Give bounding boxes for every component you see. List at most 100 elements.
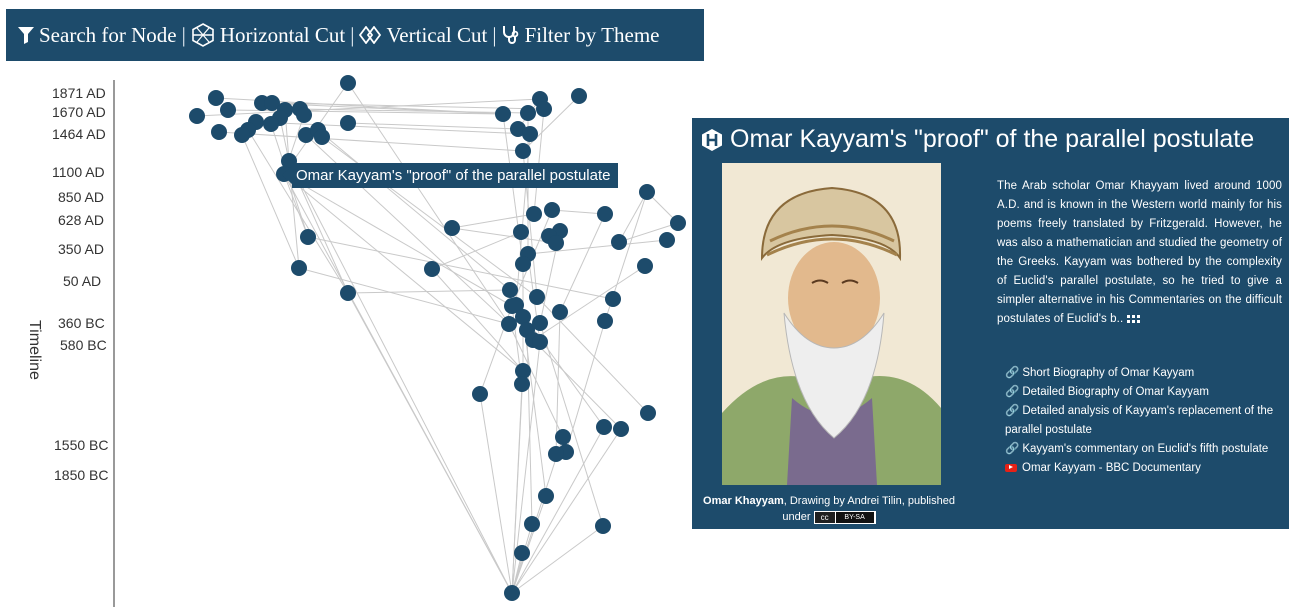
- timeline-tick-label: 50 AD: [63, 273, 101, 289]
- graph-edge: [511, 383, 523, 594]
- graph-node[interactable]: [208, 90, 224, 106]
- timeline-tick-label: 1100 AD: [52, 164, 105, 180]
- graph-node[interactable]: [595, 518, 611, 534]
- timeline-axis-title: Timeline: [26, 320, 43, 380]
- graph-nodes[interactable]: [189, 75, 686, 601]
- portrait-image: [722, 163, 941, 485]
- vertical-cut-label: Vertical Cut: [386, 22, 488, 47]
- graph-node[interactable]: [340, 285, 356, 301]
- cc-license-badge[interactable]: cc BY-SA: [813, 510, 876, 524]
- timeline-tick-label: 360 BC: [58, 315, 105, 331]
- graph-node[interactable]: [502, 282, 518, 298]
- timeline-tick-label: 628 AD: [58, 212, 104, 228]
- timeline-tick-label: 1670 AD: [52, 104, 106, 120]
- graph-node[interactable]: [504, 585, 520, 601]
- cc-by-sa-label: BY-SA: [835, 511, 874, 523]
- cc-label: cc: [814, 511, 835, 523]
- graph-node[interactable]: [611, 234, 627, 250]
- graph-node[interactable]: [544, 202, 560, 218]
- graph-edge: [533, 108, 545, 215]
- graph-node[interactable]: [513, 224, 529, 240]
- timeline-tick-label: 1871 AD: [52, 85, 106, 101]
- graph-node[interactable]: [211, 124, 227, 140]
- graph-node[interactable]: [515, 143, 531, 159]
- link-item[interactable]: 🔗 Detailed analysis of Kayyam's replaceme…: [1005, 402, 1285, 440]
- horizontal-cut-label: Horizontal Cut: [219, 22, 346, 47]
- filter-theme-button[interactable]: Filter by Theme: [502, 23, 659, 48]
- graph-node[interactable]: [552, 304, 568, 320]
- link-item[interactable]: 🔗 Short Biography of Omar Kayyam: [1005, 364, 1285, 383]
- graph-node[interactable]: [314, 129, 330, 145]
- link-icon: 🔗: [1005, 443, 1020, 455]
- graph-node[interactable]: [536, 101, 552, 117]
- graph-node[interactable]: [605, 291, 621, 307]
- graph-node[interactable]: [613, 421, 629, 437]
- horizontal-cut-button[interactable]: Horizontal Cut: [191, 23, 345, 48]
- youtube-icon: [1005, 463, 1017, 472]
- graph-edge: [288, 160, 513, 594]
- graph-node[interactable]: [529, 289, 545, 305]
- graph-node[interactable]: [300, 229, 316, 245]
- timeline-tick-label: 1550 BC: [54, 437, 108, 453]
- graph-node[interactable]: [220, 102, 236, 118]
- graph-node[interactable]: [596, 419, 612, 435]
- graph-node[interactable]: [538, 488, 554, 504]
- graph-node[interactable]: [444, 220, 460, 236]
- search-node-button[interactable]: Search for Node: [18, 23, 177, 48]
- graph-node[interactable]: [340, 75, 356, 91]
- resource-links: 🔗 Short Biography of Omar Kayyam 🔗 Detaile…: [1005, 364, 1285, 478]
- graph-node[interactable]: [189, 108, 205, 124]
- graph-node[interactable]: [340, 115, 356, 131]
- graph-node[interactable]: [548, 446, 564, 462]
- graph-node[interactable]: [532, 334, 548, 350]
- graph-node[interactable]: [424, 261, 440, 277]
- graph-node[interactable]: [659, 232, 675, 248]
- timeline-tick-label: 1850 BC: [54, 467, 108, 483]
- toolbar: Search for Node | Horizontal Cut | Verti…: [6, 9, 704, 61]
- graph-node[interactable]: [291, 260, 307, 276]
- link-item[interactable]: 🔗 Kayyam's commentary on Euclid's fifth p…: [1005, 440, 1285, 459]
- graph-node[interactable]: [524, 516, 540, 532]
- graph-node[interactable]: [472, 386, 488, 402]
- vertical-cut-button[interactable]: Vertical Cut: [359, 23, 487, 48]
- link-icon: 🔗: [1005, 405, 1020, 417]
- timeline-ticks: 1871 AD 1670 AD 1464 AD 1100 AD 850 AD 628 AD…: [52, 85, 108, 483]
- graph-node[interactable]: [670, 215, 686, 231]
- graph-node[interactable]: [514, 545, 530, 561]
- graph-node[interactable]: [639, 184, 655, 200]
- graph-edges: [196, 82, 679, 594]
- graph-node[interactable]: [234, 127, 250, 143]
- graph-node[interactable]: [522, 126, 538, 142]
- graph-node[interactable]: [597, 206, 613, 222]
- graph-node[interactable]: [532, 315, 548, 331]
- graph-node[interactable]: [514, 376, 530, 392]
- graph-node[interactable]: [296, 107, 312, 123]
- graph-node[interactable]: [263, 116, 279, 132]
- graph-node[interactable]: [637, 258, 653, 274]
- vertical-cut-icon: [359, 26, 382, 44]
- node-description: The Arab scholar Omar Khayyam lived arou…: [997, 177, 1282, 329]
- graph-node[interactable]: [597, 313, 613, 329]
- ellipsis-icon[interactable]: [1126, 314, 1141, 324]
- graph-node[interactable]: [495, 106, 511, 122]
- graph-node[interactable]: [526, 206, 542, 222]
- graph-node[interactable]: [515, 256, 531, 272]
- node-tooltip: Omar Kayyam's "proof" of the parallel po…: [282, 163, 618, 188]
- link-icon: 🔗: [1005, 367, 1020, 379]
- link-item[interactable]: Omar Kayyam - BBC Documentary: [1005, 459, 1285, 478]
- filter-funnel-icon: [18, 27, 34, 44]
- search-node-label: Search for Node: [39, 22, 177, 47]
- graph-node[interactable]: [555, 429, 571, 445]
- graph-edge: [451, 227, 557, 244]
- graph-edge: [218, 131, 524, 152]
- graph-node[interactable]: [501, 316, 517, 332]
- panel-header: Omar Kayyam's "proof" of the parallel po…: [700, 125, 1254, 154]
- graph-node[interactable]: [571, 88, 587, 104]
- graph-node[interactable]: [548, 235, 564, 251]
- timeline-graph[interactable]: 1871 AD 1670 AD 1464 AD 1100 AD 850 AD 628 AD…: [0, 62, 700, 607]
- timeline-tick-label: 850 AD: [58, 189, 104, 205]
- graph-node[interactable]: [520, 105, 536, 121]
- link-item[interactable]: 🔗 Detailed Biography of Omar Kayyam: [1005, 383, 1285, 402]
- stethoscope-icon: [502, 26, 518, 44]
- graph-node[interactable]: [640, 405, 656, 421]
